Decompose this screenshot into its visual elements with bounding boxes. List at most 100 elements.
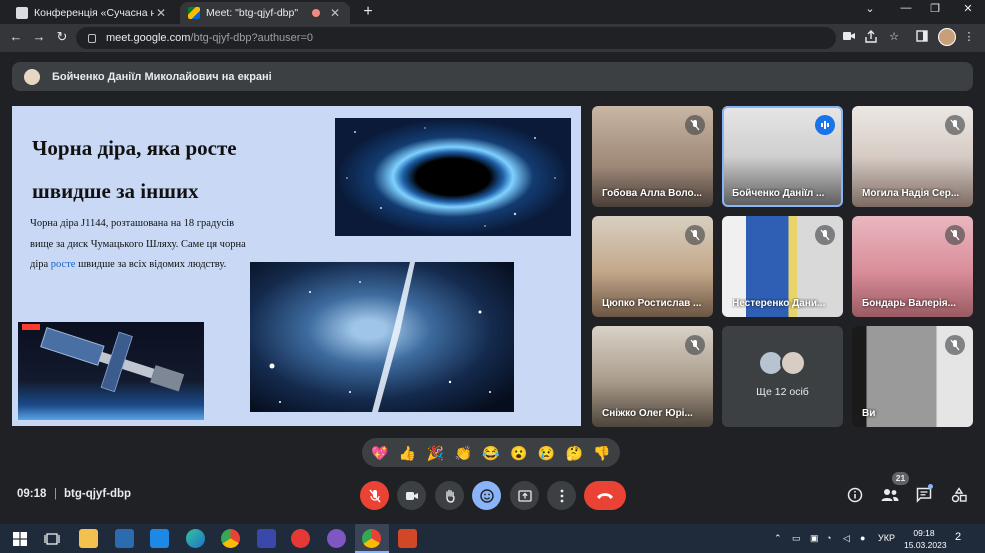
task-view-icon[interactable] bbox=[42, 529, 61, 548]
edge-browser-icon[interactable] bbox=[186, 529, 205, 548]
chrome-browser-icon[interactable] bbox=[221, 529, 240, 548]
browser-toolbar: ← → ↻ meet.google.com/btg-qjyf-dbp?authu… bbox=[0, 24, 985, 52]
tray-overflow-icon[interactable]: ⌃ bbox=[774, 533, 782, 544]
url-path: /btg-qjyf-dbp?authuser=0 bbox=[190, 32, 314, 44]
camera-icon bbox=[405, 491, 418, 500]
volume-muted-icon[interactable]: ◁ bbox=[843, 533, 850, 544]
separator: | bbox=[54, 488, 57, 500]
reaction-clap[interactable]: 👏 bbox=[454, 446, 471, 460]
notifications-count: 2 bbox=[955, 531, 962, 543]
mail-icon[interactable] bbox=[150, 529, 169, 548]
participant-tile-active-speaker[interactable]: Бойченко Даніїл ... bbox=[722, 106, 843, 207]
viber-icon[interactable] bbox=[327, 529, 346, 548]
galaxy-jet-image bbox=[250, 262, 514, 412]
more-vert-icon bbox=[560, 489, 563, 502]
reaction-surprised[interactable]: 😮 bbox=[510, 446, 527, 460]
leave-call-button[interactable] bbox=[584, 481, 626, 510]
opera-browser-icon[interactable] bbox=[291, 529, 310, 548]
presentation-banner: Бойченко Даніїл Миколайович на екрані bbox=[12, 62, 973, 91]
participant-name: Цюпко Ростислав ... bbox=[602, 298, 702, 309]
participant-name: Гобова Алла Воло... bbox=[602, 188, 702, 199]
maximize-button[interactable]: ❐ bbox=[925, 2, 945, 15]
mic-off-icon bbox=[685, 115, 705, 135]
activities-icon bbox=[951, 487, 967, 503]
system-date: 15.03.2023 bbox=[904, 540, 947, 550]
tab-title: Конференція «Сучасна науков bbox=[34, 7, 154, 19]
profile-avatar[interactable] bbox=[938, 28, 956, 46]
tab-close-icon[interactable]: ✕ bbox=[154, 6, 168, 20]
slide-highlight-word: росте bbox=[50, 259, 76, 270]
reaction-laugh[interactable]: 😂 bbox=[482, 446, 499, 460]
mic-off-icon bbox=[685, 225, 705, 245]
reaction-heart[interactable]: 💖 bbox=[371, 446, 388, 460]
microphone-icon[interactable]: ● bbox=[860, 533, 865, 543]
chat-icon bbox=[916, 487, 932, 503]
shared-screen-slide: Чорна діра, яка росте швидше за інших Чо… bbox=[12, 106, 581, 426]
mic-toggle-button[interactable] bbox=[360, 481, 389, 510]
speaking-indicator-icon bbox=[815, 115, 835, 135]
participant-name: Могила Надія Сер... bbox=[862, 188, 960, 199]
battery-icon[interactable]: ▭ bbox=[792, 533, 801, 544]
more-options-button[interactable] bbox=[547, 481, 576, 510]
reaction-thumbs-up[interactable]: 👍 bbox=[399, 446, 416, 460]
participant-tile[interactable]: Нестеренко Дани... bbox=[722, 216, 843, 317]
present-screen-button[interactable] bbox=[510, 481, 539, 510]
windows-start-icon[interactable] bbox=[10, 529, 29, 548]
chrome-active-window-icon[interactable] bbox=[362, 529, 381, 548]
participant-tile[interactable]: Могила Надія Сер... bbox=[852, 106, 973, 207]
hand-icon bbox=[445, 489, 455, 503]
save-disk-icon[interactable] bbox=[257, 529, 276, 548]
people-icon bbox=[881, 489, 899, 501]
people-button[interactable] bbox=[881, 486, 899, 504]
self-view-tile[interactable]: Ви bbox=[852, 326, 973, 427]
powerpoint-icon[interactable] bbox=[398, 529, 417, 548]
camera-in-use-icon[interactable] bbox=[842, 30, 856, 44]
notifications-icon[interactable]: 2 bbox=[955, 531, 961, 543]
browser-menu-icon[interactable]: ⋮ bbox=[962, 30, 976, 44]
recording-indicator-icon bbox=[312, 9, 320, 17]
bookmark-star-icon[interactable]: ☆ bbox=[887, 30, 901, 44]
reaction-sad[interactable]: 😢 bbox=[538, 446, 555, 460]
store-icon[interactable] bbox=[115, 529, 134, 548]
info-icon bbox=[847, 487, 863, 503]
participant-tile[interactable]: Бондарь Валерія... bbox=[852, 216, 973, 317]
camera-toggle-button[interactable] bbox=[397, 481, 426, 510]
slide-title-line1: Чорна діра, яка росте bbox=[32, 136, 237, 160]
reaction-thinking[interactable]: 🤔 bbox=[566, 446, 583, 460]
participant-avatar bbox=[780, 350, 806, 376]
activities-button[interactable] bbox=[950, 486, 968, 504]
mic-off-icon bbox=[685, 335, 705, 355]
more-participants-tile[interactable]: Ще 12 осіб bbox=[722, 326, 843, 427]
system-clock[interactable]: 09:18 15.03.2023 bbox=[904, 527, 947, 551]
meeting-clock: 09:18 bbox=[17, 488, 47, 500]
minimize-button[interactable]: — bbox=[896, 2, 916, 14]
side-panel-icon[interactable] bbox=[915, 30, 929, 44]
raise-hand-button[interactable] bbox=[435, 481, 464, 510]
tab-meet[interactable]: Meet: "btg-qjyf-dbp" ✕ bbox=[180, 2, 350, 24]
forward-arrow-icon[interactable]: → bbox=[30, 29, 48, 44]
tray-app-icon[interactable]: ▣ bbox=[810, 533, 819, 544]
participant-tile[interactable]: Цюпко Ростислав ... bbox=[592, 216, 713, 317]
wifi-icon[interactable]: ◔ bbox=[826, 533, 831, 543]
reaction-party[interactable]: 🎉 bbox=[427, 446, 444, 460]
participant-tile[interactable]: Гобова Алла Воло... bbox=[592, 106, 713, 207]
participant-name: Бойченко Даніїл ... bbox=[732, 188, 825, 199]
tab-search-dropdown-icon[interactable]: ⌄ bbox=[860, 2, 880, 15]
back-arrow-icon[interactable]: ← bbox=[7, 29, 25, 44]
reload-icon[interactable]: ↻ bbox=[53, 29, 71, 45]
tab-conference[interactable]: Конференція «Сучасна науков ✕ bbox=[8, 2, 176, 24]
participant-tile[interactable]: Сніжко Олег Юрі... bbox=[592, 326, 713, 427]
input-language[interactable]: УКР bbox=[878, 533, 895, 543]
chat-unread-dot bbox=[928, 484, 933, 489]
address-bar[interactable]: meet.google.com/btg-qjyf-dbp?authuser=0 bbox=[76, 27, 836, 49]
meeting-details-button[interactable] bbox=[846, 486, 864, 504]
reaction-thumbs-down[interactable]: 👎 bbox=[593, 446, 610, 460]
close-window-button[interactable]: ✕ bbox=[958, 2, 978, 15]
participant-name: Сніжко Олег Юрі... bbox=[602, 408, 693, 419]
tab-close-icon[interactable]: ✕ bbox=[328, 6, 342, 20]
reactions-button[interactable] bbox=[472, 481, 501, 510]
space-telescope-image bbox=[18, 322, 204, 420]
share-icon[interactable] bbox=[864, 30, 878, 44]
new-tab-button[interactable]: + bbox=[358, 3, 378, 21]
file-explorer-icon[interactable] bbox=[79, 529, 98, 548]
